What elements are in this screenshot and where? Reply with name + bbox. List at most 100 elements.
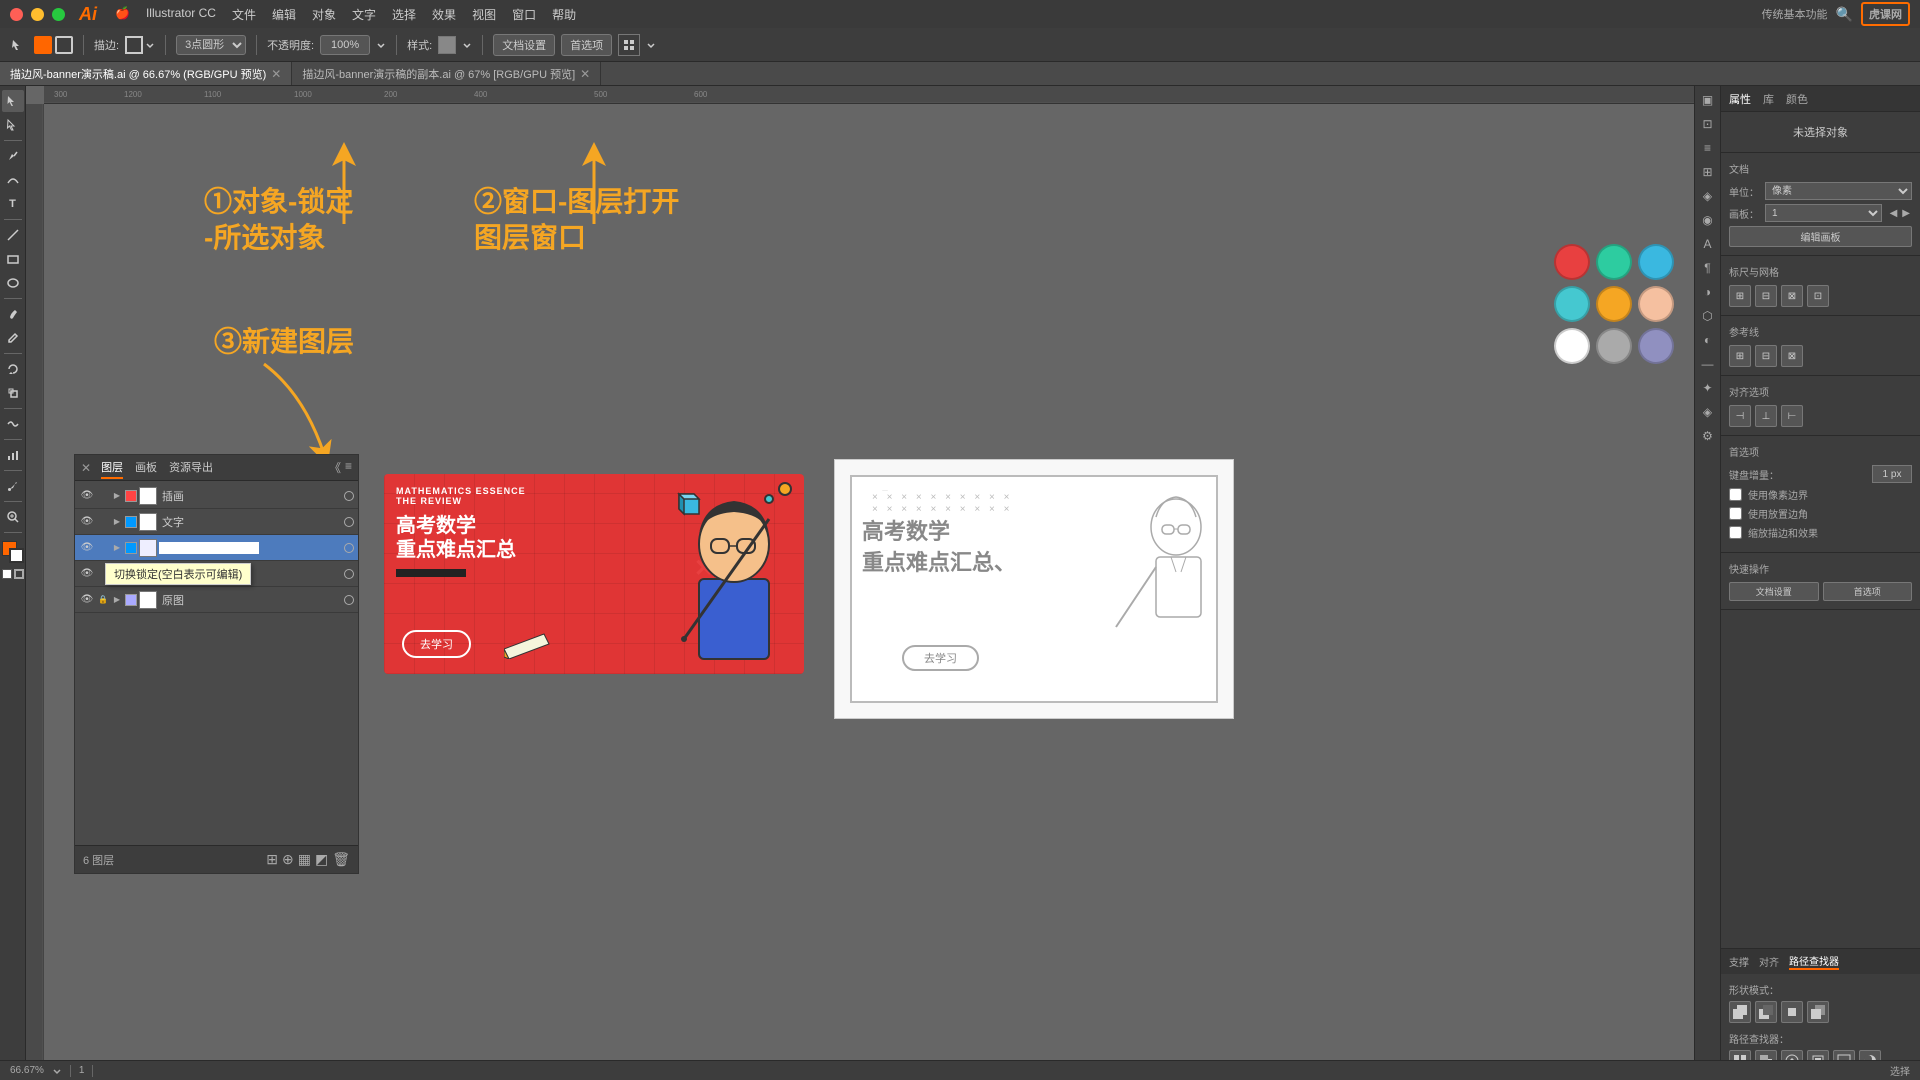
swatch-red[interactable] (1554, 244, 1590, 280)
ruler-icon-3[interactable]: ⊠ (1781, 285, 1803, 307)
swatch-teal[interactable] (1596, 244, 1632, 280)
layer-eye-peise[interactable]: 👁 (79, 566, 95, 582)
arrange-icon[interactable] (618, 34, 640, 56)
swatch-peach[interactable] (1638, 286, 1674, 322)
menu-help[interactable]: 帮助 (552, 6, 576, 23)
menu-effect[interactable]: 效果 (432, 6, 456, 23)
preferences-toolbar-btn[interactable]: 首选项 (561, 34, 612, 56)
scale-stroke-checkbox[interactable] (1729, 526, 1742, 539)
shape-select[interactable]: 3点圆形 (176, 35, 246, 55)
layers-tab-artboard[interactable]: 画板 (135, 457, 157, 479)
right-tab-color[interactable]: 颜色 (1786, 91, 1808, 107)
right-icon-transform[interactable]: ⊞ (1698, 162, 1718, 182)
select-tool-icon[interactable] (8, 35, 28, 55)
create-layer-btn[interactable]: ⊕ (282, 851, 294, 868)
warp-tool[interactable] (2, 413, 24, 435)
direct-select-tool[interactable] (2, 114, 24, 136)
right-icon-appear[interactable]: ◉ (1698, 210, 1718, 230)
shape-minus[interactable] (1755, 1001, 1777, 1023)
layer-eye-wenzi[interactable]: 👁 (79, 514, 95, 530)
stroke-color[interactable] (55, 36, 73, 54)
menu-file[interactable]: 文件 (232, 6, 256, 23)
right-icon-swatches[interactable]: ⬡ (1698, 306, 1718, 326)
layer-dot-chua[interactable] (344, 491, 354, 501)
layer-item-yuantu[interactable]: 👁 🔒 ▶ 原图 (75, 587, 358, 613)
swatch-white[interactable] (1554, 328, 1590, 364)
snap-pixel-checkbox[interactable] (1729, 488, 1742, 501)
right-icon-library[interactable]: ⊡ (1698, 114, 1718, 134)
brush-tool[interactable] (2, 303, 24, 325)
panel-menu-btn[interactable]: ≡ (345, 459, 352, 476)
layer-dot-yuantu[interactable] (344, 595, 354, 605)
menu-object[interactable]: 对象 (312, 6, 336, 23)
minimize-button[interactable] (31, 8, 44, 21)
add-layer-group-btn[interactable]: ⊞ (266, 851, 278, 868)
swatch-gray[interactable] (1596, 328, 1632, 364)
swatch-orange[interactable] (1596, 286, 1632, 322)
board-next[interactable]: ▶ (1900, 208, 1912, 219)
layer-lock-wenzi[interactable] (97, 516, 109, 528)
tab-2-close[interactable]: ✕ (580, 67, 590, 81)
right-icon-stroke[interactable]: — (1698, 354, 1718, 374)
menu-illustrator[interactable]: Illustrator CC (146, 6, 216, 23)
delete-layer-btn[interactable]: 🗑 (332, 851, 350, 868)
menu-view[interactable]: 视图 (472, 6, 496, 23)
tab-2[interactable]: 描边风-banner演示稿的副本.ai @ 67% [RGB/GPU 预览] ✕ (292, 62, 601, 85)
quick-doc-settings[interactable]: 文档设置 (1729, 582, 1819, 601)
banner-button[interactable]: 去学习 (402, 630, 471, 658)
right-icon-properties[interactable]: ▣ (1698, 90, 1718, 110)
layer-lock-yuantu[interactable]: 🔒 (97, 594, 109, 606)
maximize-button[interactable] (52, 8, 65, 21)
guide-icon-1[interactable]: ⊞ (1729, 345, 1751, 367)
guide-icon-3[interactable]: ⊠ (1781, 345, 1803, 367)
menu-apple[interactable]: 🍎 (115, 6, 130, 23)
align-right[interactable]: ⊢ (1781, 405, 1803, 427)
style-swatch[interactable] (438, 36, 456, 54)
right-icon-brush[interactable]: ✦ (1698, 378, 1718, 398)
layer-expand-editing[interactable]: ▶ (111, 542, 123, 554)
layer-dot-wenzi[interactable] (344, 517, 354, 527)
layer-dot-peise[interactable] (344, 569, 354, 579)
layers-tab-layers[interactable]: 图层 (101, 457, 123, 479)
right-board-select[interactable]: 1 (1765, 204, 1882, 222)
rect-tool[interactable] (2, 248, 24, 270)
layer-expand-chua[interactable]: ▶ (111, 490, 123, 502)
swatch-cyan[interactable] (1554, 286, 1590, 322)
pencil-tool[interactable] (2, 327, 24, 349)
fill-color[interactable] (34, 36, 52, 54)
menu-text[interactable]: 文字 (352, 6, 376, 23)
edit-board-btn[interactable]: 编辑画板 (1729, 226, 1912, 247)
right-icon-pathfinder[interactable]: ◈ (1698, 186, 1718, 206)
layer-eye-yuantu[interactable]: 👁 (79, 592, 95, 608)
opacity-input[interactable] (320, 35, 370, 55)
type-tool[interactable]: T (2, 193, 24, 215)
right-icon-color[interactable]: ◑ (1698, 282, 1718, 302)
pen-tool[interactable] (2, 145, 24, 167)
quick-prefs[interactable]: 首选项 (1823, 582, 1913, 601)
stroke-icon[interactable] (14, 569, 24, 579)
right-icon-align[interactable]: ≡ (1698, 138, 1718, 158)
right-icon-settings[interactable]: ⚙ (1698, 426, 1718, 446)
bottom-tab-transform[interactable]: 支撑 (1729, 954, 1749, 969)
layer-item-editing[interactable]: 👁 ▶ 切换锁定(空白表示可编辑) (75, 535, 358, 561)
stroke-swatch[interactable] (125, 36, 143, 54)
align-left[interactable]: ⊣ (1729, 405, 1751, 427)
right-icon-gradient[interactable]: ◐ (1698, 330, 1718, 350)
swatch-blue[interactable] (1638, 244, 1674, 280)
tab-1[interactable]: 描边风-banner演示稿.ai @ 66.67% (RGB/GPU 预览) ✕ (0, 62, 292, 85)
ellipse-tool[interactable] (2, 272, 24, 294)
menu-edit[interactable]: 编辑 (272, 6, 296, 23)
layer-eye-editing[interactable]: 👁 (79, 540, 95, 556)
keyboard-nudge-input[interactable] (1872, 465, 1912, 483)
layer-lock-chua[interactable] (97, 490, 109, 502)
layer-lock-editing[interactable] (97, 542, 109, 554)
move-up-btn[interactable]: ◩ (315, 851, 328, 868)
layer-dot-editing[interactable] (344, 543, 354, 553)
shape-unite[interactable] (1729, 1001, 1751, 1023)
zoom-tool[interactable] (2, 506, 24, 528)
layer-eye-chua[interactable]: 👁 (79, 488, 95, 504)
close-button[interactable] (10, 8, 23, 21)
line-tool[interactable] (2, 224, 24, 246)
rotate-tool[interactable] (2, 358, 24, 380)
ruler-icon-1[interactable]: ⊞ (1729, 285, 1751, 307)
